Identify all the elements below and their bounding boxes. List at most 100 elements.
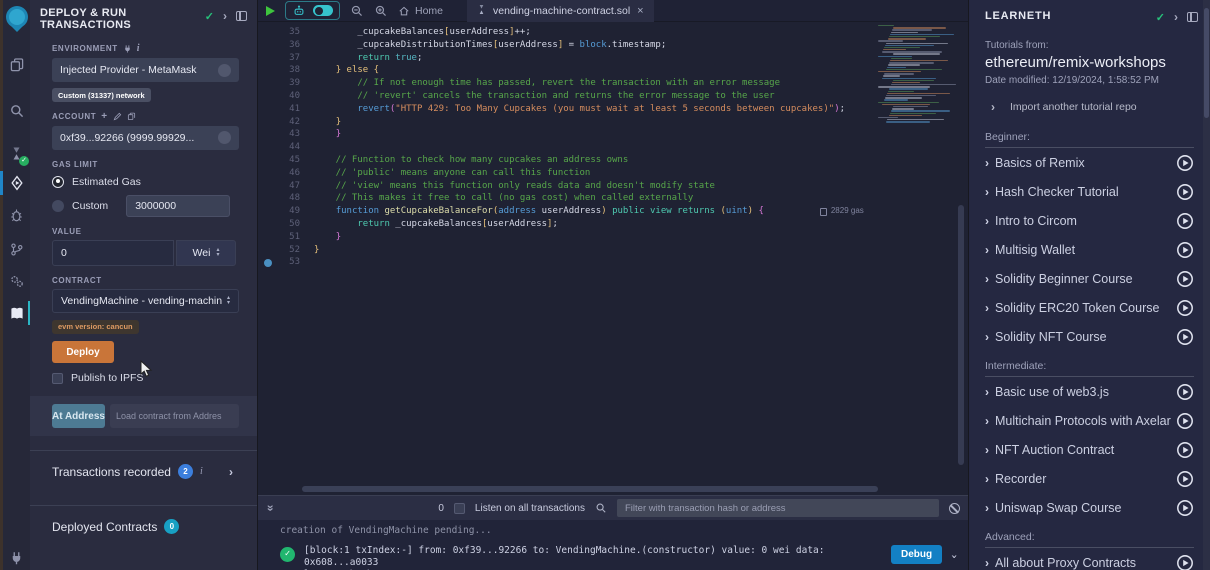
play-tutorial-button[interactable] [1176, 499, 1194, 517]
custom-gas-radio[interactable] [52, 200, 64, 212]
line-number[interactable]: 51 [258, 231, 302, 244]
tutorial-item[interactable]: ›Multisig Wallet [985, 235, 1194, 264]
info-icon[interactable]: i [200, 466, 203, 477]
unit-stepper-icon[interactable]: ▴▾ [216, 248, 219, 258]
chevron-right-icon[interactable]: › [985, 214, 989, 228]
line-number[interactable]: 46 [258, 167, 302, 180]
home-tab[interactable]: Home [398, 5, 443, 17]
play-tutorial-button[interactable] [1176, 412, 1194, 430]
tutorial-item[interactable]: ›Basics of Remix [985, 148, 1194, 177]
clear-console-icon[interactable] [949, 503, 960, 514]
learneth-icon[interactable] [3, 300, 30, 326]
edit-account-icon[interactable] [113, 112, 122, 121]
horizontal-scrollbar[interactable] [302, 486, 878, 492]
line-number[interactable]: 44 [258, 141, 302, 154]
tutorial-item[interactable]: ›NFT Auction Contract [985, 435, 1194, 464]
zoom-in-icon[interactable] [374, 4, 388, 18]
file-explorer-icon[interactable] [3, 52, 30, 78]
ai-copilot-icon[interactable] [292, 4, 306, 17]
code-editor[interactable]: 35 _cupcakeBalances[userAddress]++;36 _c… [258, 23, 968, 495]
line-number[interactable]: 39 [258, 77, 302, 90]
chevron-right-icon[interactable]: › [985, 443, 989, 457]
plug-icon[interactable] [3, 544, 30, 570]
line-number[interactable]: 48 [258, 192, 302, 205]
play-tutorial-button[interactable] [1176, 299, 1194, 317]
expand-tx-icon[interactable]: › [948, 553, 961, 560]
play-tutorial-button[interactable] [1176, 241, 1194, 259]
pin-panel-icon[interactable] [236, 11, 247, 21]
play-tutorial-button[interactable] [1176, 154, 1194, 172]
chevron-right-icon[interactable]: › [985, 272, 989, 286]
breakpoint-dot[interactable] [264, 259, 272, 267]
at-address-input[interactable] [110, 404, 239, 428]
play-tutorial-button[interactable] [1176, 470, 1194, 488]
tutorial-item[interactable]: ›Solidity NFT Course [985, 322, 1194, 351]
account-select[interactable]: 0xf39...92266 (9999.99929... [52, 126, 239, 150]
copy-account-icon[interactable] [127, 112, 136, 121]
zoom-out-icon[interactable] [350, 4, 364, 18]
deployed-contracts-row[interactable]: Deployed Contracts 0 [52, 506, 239, 546]
line-number[interactable]: 45 [258, 154, 302, 167]
source-control-icon[interactable] [3, 236, 30, 262]
chevron-right-icon[interactable]: › [985, 330, 989, 344]
line-number[interactable]: 43 [258, 128, 302, 141]
deploy-button[interactable]: Deploy [52, 341, 114, 363]
run-script-icon[interactable] [266, 6, 275, 16]
play-tutorial-button[interactable] [1176, 270, 1194, 288]
debugger-icon[interactable] [3, 202, 30, 228]
panel-expand-icon[interactable]: › [223, 9, 227, 23]
chevron-right-icon[interactable]: › [985, 385, 989, 399]
custom-gas-input[interactable] [126, 195, 230, 217]
copilot-toggle[interactable] [313, 5, 333, 16]
deploy-run-icon[interactable] [3, 170, 30, 196]
tutorial-item[interactable]: ›All about Proxy Contracts [985, 548, 1194, 570]
tutorial-item[interactable]: ›Basic use of web3.js [985, 377, 1194, 406]
search-icon[interactable] [3, 98, 30, 124]
line-number[interactable]: 35 [258, 26, 302, 39]
estimated-gas-radio[interactable] [52, 176, 64, 188]
line-number[interactable]: 41 [258, 103, 302, 116]
import-repo-row[interactable]: › Import another tutorial repo [969, 86, 1210, 116]
line-number[interactable]: 52 [258, 244, 302, 257]
add-account-icon[interactable]: + [101, 111, 107, 122]
close-tab-icon[interactable]: × [637, 5, 643, 17]
value-input[interactable] [52, 240, 174, 266]
contract-select[interactable]: VendingMachine - vending-machin ▴▾ [52, 289, 239, 313]
listen-all-checkbox[interactable] [454, 503, 465, 514]
line-number[interactable]: 38 [258, 64, 302, 77]
debug-button[interactable]: Debug [891, 545, 942, 564]
tutorial-item[interactable]: ›Recorder [985, 464, 1194, 493]
tutorial-item[interactable]: ›Multichain Protocols with Axelar [985, 406, 1194, 435]
learneth-scrollbar[interactable] [1203, 0, 1210, 570]
chevron-right-icon[interactable]: › [985, 243, 989, 257]
line-number[interactable]: 47 [258, 180, 302, 193]
at-address-button[interactable]: At Address [52, 404, 105, 428]
learneth-expand-icon[interactable]: › [1174, 10, 1178, 24]
tutorial-item[interactable]: ›Hash Checker Tutorial [985, 177, 1194, 206]
chevron-right-icon[interactable]: › [985, 301, 989, 315]
vertical-scrollbar[interactable] [958, 205, 964, 465]
play-tutorial-button[interactable] [1176, 212, 1194, 230]
tutorial-item[interactable]: ›Solidity Beginner Course [985, 264, 1194, 293]
environment-select[interactable]: Injected Provider - MetaMask [52, 58, 239, 82]
plugin-manager-icon[interactable] [3, 268, 30, 294]
line-number[interactable]: 37 [258, 52, 302, 65]
expand-transactions-icon[interactable]: › [229, 465, 239, 479]
minimap[interactable] [878, 25, 956, 123]
info-icon[interactable]: i [137, 43, 140, 54]
transactions-recorded-row[interactable]: Transactions recorded 2 i › [52, 451, 239, 491]
play-tutorial-button[interactable] [1176, 183, 1194, 201]
collapse-terminal-icon[interactable]: « [262, 505, 276, 512]
chevron-right-icon[interactable]: › [985, 472, 989, 486]
chevron-right-icon[interactable]: › [985, 156, 989, 170]
tutorial-item[interactable]: ›Intro to Circom [985, 206, 1194, 235]
line-number[interactable]: 49 [258, 205, 302, 218]
chevron-right-icon[interactable]: › [985, 556, 989, 570]
transaction-entry[interactable]: ✓ [block:1 txIndex:-] from: 0xf39...9226… [280, 545, 968, 570]
play-tutorial-button[interactable] [1176, 554, 1194, 570]
tutorial-item[interactable]: ›Uniswap Swap Course [985, 493, 1194, 522]
value-unit-select[interactable]: Wei ▴▾ [176, 240, 236, 266]
chevron-right-icon[interactable]: › [985, 185, 989, 199]
chevron-right-icon[interactable]: › [985, 501, 989, 515]
line-number[interactable]: 53 [258, 256, 302, 269]
